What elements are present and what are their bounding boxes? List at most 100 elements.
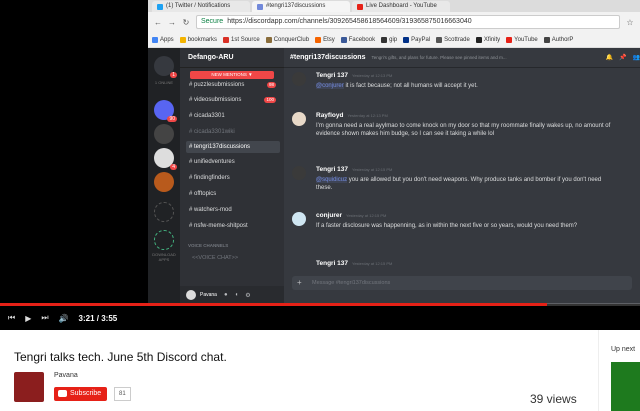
user-mention[interactable]: @squidicuz xyxy=(316,177,348,183)
chat-header: #tengri137discussions Tengri's gifts, an… xyxy=(284,48,640,68)
star-icon[interactable]: ☆ xyxy=(626,18,634,27)
video-player[interactable]: (1) Twitter / Notifications #tengri137di… xyxy=(0,0,640,330)
new-mentions-bar[interactable]: NEW MENTIONS ▼ xyxy=(190,71,274,79)
channel-title: #tengri137discussions xyxy=(290,54,366,61)
microphone-icon[interactable]: ● xyxy=(224,292,228,298)
youtube-icon xyxy=(357,3,363,10)
avatar[interactable] xyxy=(292,166,306,180)
voice-channel[interactable]: <<VOICE CHAT>> xyxy=(192,255,238,261)
message-timestamp: Yesterday at 12:13 PM xyxy=(352,73,393,78)
channel-cicada3301wiki[interactable]: # cicada3301wiki xyxy=(186,126,280,138)
bookmark-gip[interactable]: gip xyxy=(381,36,397,43)
volume-icon[interactable]: 🔊 xyxy=(59,314,69,323)
channel-cicada3301[interactable]: # cicada3301 xyxy=(186,110,280,122)
message-timestamp: Yesterday at 12:13 PM xyxy=(347,113,388,118)
avatar[interactable] xyxy=(292,72,306,86)
bookmark-conquerclub[interactable]: ConquerClub xyxy=(265,36,309,43)
bookmark-label: Apps xyxy=(160,36,174,43)
message: Tengri 137 Yesterday at 12:13 PM @conjure… xyxy=(292,72,622,102)
bookmark-icon xyxy=(475,36,482,43)
message-text: @conjurer it is fact because; not all hu… xyxy=(316,82,616,90)
bookmark-label: PayPal xyxy=(411,36,431,43)
channel-offtopics[interactable]: # offtopics xyxy=(186,188,280,200)
tab-discord[interactable]: #tengri137discussions xyxy=(252,1,350,12)
channel-topic[interactable]: Tengri's gifts, and plans for future. Pl… xyxy=(371,55,599,60)
server-icon[interactable] xyxy=(154,172,174,192)
skip-back-icon[interactable]: ⏮ xyxy=(8,313,15,323)
forward-icon[interactable]: → xyxy=(168,18,176,27)
skip-next-icon[interactable]: ⏭ xyxy=(41,313,48,323)
bookmark-authorp[interactable]: AuthorP xyxy=(543,36,573,43)
channel-label: # tengri137discussions xyxy=(189,144,251,150)
tab-youtube[interactable]: Live Dashboard - YouTube xyxy=(352,1,450,12)
channel-name[interactable]: Pavana xyxy=(54,372,78,379)
message-author[interactable]: Tengri 137 Yesterday at 12:13 PM xyxy=(316,72,392,79)
message-author[interactable]: conjurer Yesterday at 12:15 PM xyxy=(316,212,386,219)
bookmark-facebook[interactable]: Facebook xyxy=(340,36,376,43)
bookmark-folder[interactable]: bookmarks xyxy=(179,36,217,43)
author-name: Tengri 137 xyxy=(316,260,349,267)
channel-videosubmissions[interactable]: # videosubmissions 100 xyxy=(186,94,280,106)
home-guild[interactable]: 1 xyxy=(154,56,177,78)
avatar[interactable] xyxy=(186,290,196,300)
server-icon[interactable]: 90 xyxy=(154,100,177,122)
play-icon[interactable]: ▶ xyxy=(25,314,31,323)
channel-avatar[interactable] xyxy=(14,372,44,402)
back-icon[interactable]: ← xyxy=(154,18,162,27)
message-text: If a faster disclosure was happenning, a… xyxy=(316,222,616,230)
bookmark-xfinity[interactable]: Xfinity xyxy=(475,36,500,43)
message-text: @squidicuz you are allowed but you don't… xyxy=(316,176,616,192)
browser-window: (1) Twitter / Notifications #tengri137di… xyxy=(148,0,640,48)
add-server-icon[interactable] xyxy=(154,202,174,222)
tab-label: #tengri137discussions xyxy=(266,3,326,9)
message-author[interactable]: Rayfloyd Yesterday at 12:13 PM xyxy=(316,112,388,119)
avatar[interactable] xyxy=(292,112,306,126)
discord-app: 1 1 ONLINE 90 4 DOWNLOAD APPS Defango-AR… xyxy=(148,48,640,304)
channel-findingfinders[interactable]: # findingfinders xyxy=(186,172,280,184)
bookmark-apps[interactable]: Apps xyxy=(152,36,174,43)
bookmark-label: Facebook xyxy=(348,36,376,43)
folder-icon xyxy=(179,36,186,43)
url-bar[interactable]: Secure https://discordapp.com/channels/3… xyxy=(196,15,620,29)
pin-icon[interactable]: 📌 xyxy=(619,54,626,61)
up-next-thumbnail[interactable] xyxy=(611,362,640,411)
message-author[interactable]: Tengri 137 Yesterday at 12:15 PM xyxy=(316,166,392,173)
channel-tengri137discussions[interactable]: # tengri137discussions xyxy=(186,141,280,153)
mention-badge: 1 xyxy=(170,72,177,78)
bookmark-etsy[interactable]: Etsy xyxy=(315,36,335,43)
plus-icon[interactable]: + xyxy=(297,276,302,290)
reload-icon[interactable]: ↻ xyxy=(182,18,190,27)
view-count: 39 views xyxy=(530,392,577,406)
channel-unifiedventures[interactable]: # unifiedventures xyxy=(186,156,280,168)
user-mention[interactable]: @conjurer xyxy=(316,83,344,89)
bookmark-youtube[interactable]: YouTube xyxy=(506,36,538,43)
server-icon[interactable] xyxy=(154,124,174,144)
channel-puzzlesubmissions[interactable]: # puzzlesubmissions 98 xyxy=(186,79,280,91)
server-icon[interactable]: 4 xyxy=(154,148,177,170)
video-title: Tengri talks tech. June 5th Discord chat… xyxy=(14,350,227,364)
author-name: Rayfloyd xyxy=(316,112,344,119)
settings-icon[interactable]: ⚙ xyxy=(245,292,250,299)
tab-twitter[interactable]: (1) Twitter / Notifications xyxy=(152,1,250,12)
message-input[interactable]: + Message #tengri137discussions xyxy=(292,276,632,290)
bookmark-scottrade[interactable]: Scottrade xyxy=(436,36,470,43)
server-name[interactable]: Defango-ARU xyxy=(180,48,284,68)
message-author[interactable]: Tengri 137 Yesterday at 12:15 PM xyxy=(316,260,392,267)
author-name: Tengri 137 xyxy=(316,166,349,173)
bookmark-paypal[interactable]: PayPal xyxy=(403,36,431,43)
headphones-icon[interactable]: ◖ xyxy=(235,292,239,298)
channel-nsfw-meme-shitpost[interactable]: # nsfw-meme-shitpost xyxy=(186,220,280,232)
members-icon[interactable]: 👥 xyxy=(633,54,640,61)
youtube-logo-icon xyxy=(58,390,67,397)
tab-strip: (1) Twitter / Notifications #tengri137di… xyxy=(148,0,640,12)
subscribe-button[interactable]: Subscribe xyxy=(54,387,108,401)
avatar[interactable] xyxy=(292,212,306,226)
download-icon[interactable] xyxy=(154,230,174,250)
channel-watchers-mod[interactable]: # watchers-mod xyxy=(186,204,280,216)
bell-icon[interactable]: 🔔 xyxy=(606,54,613,61)
bookmark-icon xyxy=(436,36,443,43)
message: Tengri 137 Yesterday at 12:15 PM @squidic… xyxy=(292,166,622,204)
bookmark-1st-source[interactable]: 1st Source xyxy=(223,36,260,43)
unread-badge: 98 xyxy=(266,82,276,88)
secure-label: Secure xyxy=(201,18,224,25)
